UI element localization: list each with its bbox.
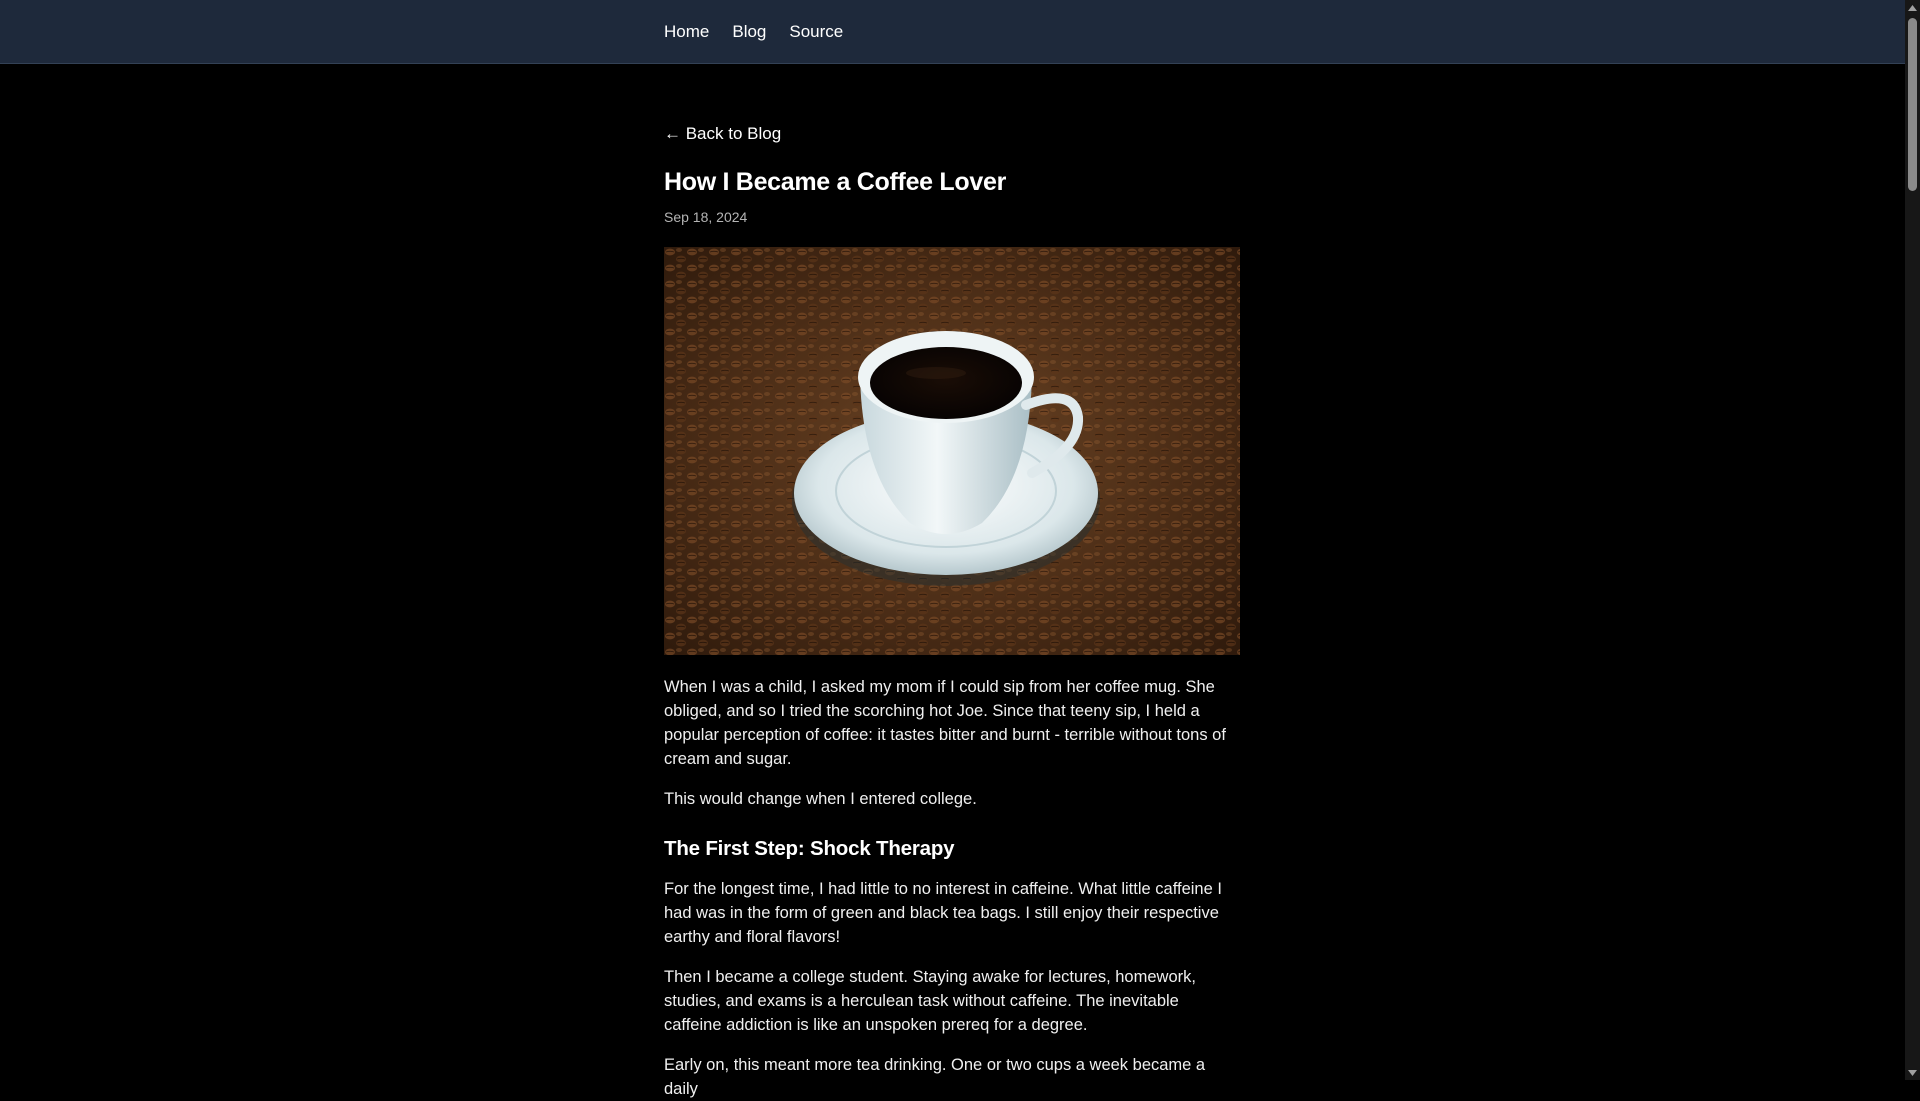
scrollbar-thumb[interactable] bbox=[1908, 18, 1917, 191]
coffee-cup-image bbox=[664, 247, 1240, 655]
section-heading: The First Step: Shock Therapy bbox=[664, 837, 955, 860]
post-content: ← Back to Blog How I Became a Coffee Lov… bbox=[664, 124, 1240, 1101]
vertical-scrollbar[interactable] bbox=[1905, 0, 1920, 1080]
back-to-blog-link[interactable]: ← Back to Blog bbox=[664, 124, 781, 144]
intro-paragraph-2: This would change when I entered college… bbox=[664, 790, 977, 808]
top-navbar: Home Blog Source bbox=[0, 0, 1905, 64]
nav-blog-link[interactable]: Blog bbox=[732, 22, 766, 42]
nav-home-link[interactable]: Home bbox=[664, 22, 709, 42]
scroll-down-arrow-icon[interactable] bbox=[1905, 1065, 1920, 1080]
section-paragraph-2: Then I became a college student. Staying… bbox=[664, 968, 1196, 1034]
main-nav: Home Blog Source bbox=[664, 0, 843, 63]
section-paragraph-3: Early on, this meant more tea drinking. … bbox=[664, 1056, 1206, 1098]
nav-source-link[interactable]: Source bbox=[789, 22, 843, 42]
intro-paragraph-1: When I was a child, I asked my mom if I … bbox=[664, 678, 1226, 768]
post-date: Sep 18, 2024 bbox=[664, 209, 748, 225]
section-paragraph-1: For the longest time, I had little to no… bbox=[664, 880, 1222, 946]
post-title: How I Became a Coffee Lover bbox=[664, 168, 1007, 196]
scroll-up-arrow-icon[interactable] bbox=[1905, 0, 1920, 15]
